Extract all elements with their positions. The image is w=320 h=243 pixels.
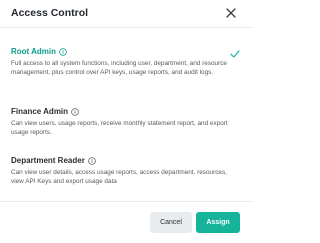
role-title: Finance Admin <box>11 107 69 116</box>
dialog-header: Access Control <box>0 0 253 28</box>
role-description: Can view user details, access usage repo… <box>11 169 227 185</box>
access-control-dialog: Access Control Root Admin Full access to… <box>0 0 253 242</box>
role-header: Root Admin <box>11 46 231 57</box>
role-title: Department Reader <box>11 156 85 165</box>
role-header: Department Reader <box>11 155 231 166</box>
info-icon[interactable] <box>71 107 79 116</box>
close-icon[interactable] <box>225 7 237 19</box>
role-description: Full access to all system functions, inc… <box>11 60 227 76</box>
info-icon[interactable] <box>59 47 67 56</box>
role-option-finance-admin[interactable]: Finance Admin Can view users, usage repo… <box>11 106 231 137</box>
checkmark-icon <box>230 50 240 58</box>
role-header: Finance Admin <box>11 106 231 117</box>
info-icon[interactable] <box>88 156 96 165</box>
assign-button[interactable]: Assign <box>196 212 240 233</box>
dialog-title: Access Control <box>11 7 89 19</box>
role-option-root-admin[interactable]: Root Admin Full access to all system fun… <box>11 46 231 77</box>
cancel-button[interactable]: Cancel <box>150 212 192 233</box>
role-option-department-reader[interactable]: Department Reader Can view user details,… <box>11 155 231 186</box>
role-title: Root Admin <box>11 47 57 56</box>
role-description: Can view users, usage reports, receive m… <box>11 120 228 136</box>
